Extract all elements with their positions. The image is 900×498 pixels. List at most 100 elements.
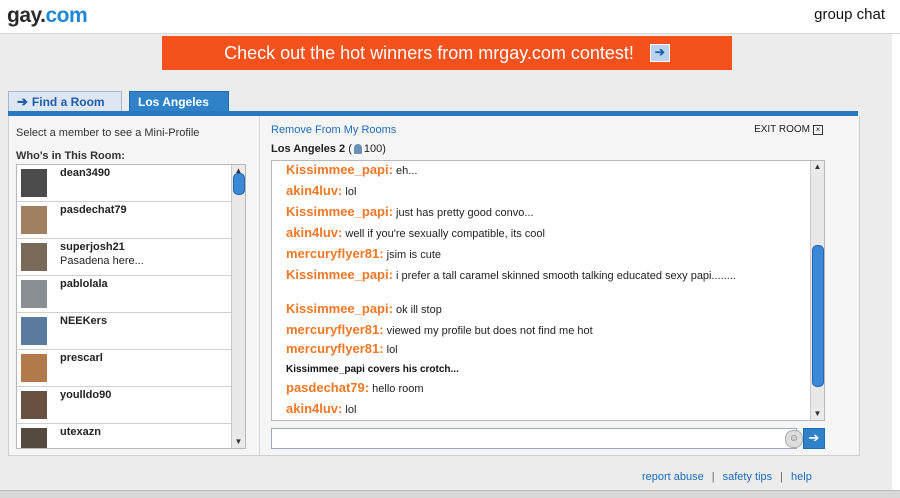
footer-separator: | — [780, 471, 784, 483]
scroll-down-icon[interactable]: ▼ — [232, 436, 245, 448]
list-item[interactable]: prescarl — [17, 350, 231, 387]
exit-room-label: EXIT ROOM — [754, 124, 810, 135]
chat-text: ok ill stop — [392, 304, 442, 316]
avatar[interactable] — [21, 206, 47, 234]
chat-nick[interactable]: pasdechat79: — [286, 380, 369, 395]
chat-nick[interactable]: Kissimmee_papi: — [286, 267, 393, 282]
chat-message: mercuryflyer81: viewed my profile but do… — [286, 323, 766, 338]
list-item[interactable]: utexazn — [17, 424, 231, 448]
mini-profile-hint: Select a member to see a Mini-Profile — [16, 127, 200, 139]
avatar[interactable] — [21, 169, 47, 197]
chat-message: Kissimmee_papi: ok ill stop — [286, 302, 766, 317]
room-count: 100) — [363, 143, 386, 155]
tab-find-a-room-label: Find a Room — [31, 95, 105, 109]
arrow-right-icon[interactable]: ➔ — [649, 44, 670, 62]
chat-message: mercuryflyer81: jsim is cute — [286, 247, 766, 262]
member-list[interactable]: dean3490 pasdechat79 superjosh21 Pasadena… — [16, 164, 246, 449]
chat-nick[interactable]: akin4luv: — [286, 183, 342, 198]
who-in-room-heading: Who's in This Room: — [16, 150, 125, 162]
chat-action-text: Kissimmee_papi covers his crotch... — [286, 364, 459, 375]
avatar[interactable] — [21, 243, 47, 271]
chat-action-message: Kissimmee_papi covers his crotch... — [286, 363, 766, 376]
chat-text: i prefer a tall caramel skinned smooth t… — [392, 270, 736, 282]
member-name: pasdechat79 — [60, 204, 127, 216]
logo-part2: com — [45, 4, 88, 27]
chat-text: hello room — [369, 383, 424, 395]
scroll-thumb[interactable] — [812, 245, 824, 387]
chat-nick[interactable]: Kissimmee_papi: — [286, 301, 393, 316]
chat-nick[interactable]: Kissimmee_papi: — [286, 204, 393, 219]
group-chat-label: group chat — [814, 6, 885, 23]
close-icon: × — [813, 125, 823, 135]
member-name: dean3490 — [60, 167, 111, 179]
room-name: Los Angeles 2 — [271, 143, 346, 155]
room-count-open: ( — [348, 143, 352, 155]
help-link[interactable]: help — [791, 471, 812, 483]
chat-nick[interactable]: mercuryflyer81: — [286, 341, 384, 356]
avatar[interactable] — [21, 317, 47, 345]
send-button[interactable]: ➔ — [803, 428, 825, 449]
chat-text: well if you're sexually compatible, its … — [342, 228, 545, 240]
chat-nick[interactable]: akin4luv: — [286, 401, 342, 416]
avatar[interactable] — [21, 280, 47, 308]
chat-text: lol — [342, 404, 357, 416]
chat-text: lol — [342, 186, 357, 198]
chat-text: lol — [383, 344, 398, 356]
avatar[interactable] — [21, 354, 47, 382]
scroll-thumb[interactable] — [233, 173, 245, 195]
chat-nick[interactable]: Kissimmee_papi: — [286, 162, 393, 177]
chat-nick[interactable]: mercuryflyer81: — [286, 246, 384, 261]
chat-nick[interactable]: mercuryflyer81: — [286, 322, 384, 337]
exit-room-button[interactable]: EXIT ROOM × — [754, 124, 823, 135]
logo-part1: gay. — [7, 4, 46, 27]
site-logo[interactable]: gay.com — [7, 4, 88, 28]
chat-message: akin4luv: well if you're sexually compat… — [286, 226, 766, 241]
tab-find-a-room[interactable]: ➔ Find a Room — [8, 91, 122, 111]
list-item[interactable]: pablolala — [17, 276, 231, 313]
list-item[interactable]: NEEKers — [17, 313, 231, 350]
chat-message: akin4luv: lol — [286, 184, 766, 199]
chat-message: Kissimmee_papi: i prefer a tall caramel … — [286, 268, 756, 283]
promo-banner[interactable]: Check out the hot winners from mrgay.com… — [162, 36, 732, 70]
chat-nick[interactable]: akin4luv: — [286, 225, 342, 240]
member-name: utexazn — [60, 426, 101, 438]
chat-area: Remove From My Rooms EXIT ROOM × Los Ange… — [271, 116, 859, 455]
top-header: gay.com group chat — [0, 0, 900, 34]
member-name: youlldo90 — [60, 389, 112, 401]
arrow-right-icon: ➔ — [808, 430, 820, 445]
avatar[interactable] — [21, 391, 47, 419]
footer-links: report abuse | safety tips | help — [642, 471, 812, 483]
member-sidebar: Select a member to see a Mini-Profile Wh… — [9, 116, 260, 455]
chat-text: eh... — [392, 165, 418, 177]
chat-scrollbar[interactable]: ▲ ▼ — [810, 161, 824, 420]
chat-text: viewed my profile but does not find me h… — [383, 325, 593, 337]
avatar[interactable] — [21, 428, 47, 448]
list-item[interactable]: dean3490 — [17, 165, 231, 202]
remove-from-my-rooms-link[interactable]: Remove From My Rooms — [271, 124, 396, 136]
member-name: superjosh21 — [60, 241, 125, 253]
safety-tips-link[interactable]: safety tips — [723, 471, 773, 483]
scroll-down-icon[interactable]: ▼ — [811, 408, 824, 420]
list-item[interactable]: youlldo90 — [17, 387, 231, 424]
member-list-scrollbar[interactable]: ▲ ▼ — [231, 165, 245, 448]
scroll-up-icon[interactable]: ▲ — [811, 161, 824, 173]
chat-panel: Select a member to see a Mini-Profile Wh… — [8, 116, 860, 456]
chat-message: mercuryflyer81: lol — [286, 342, 766, 357]
list-item[interactable]: pasdechat79 — [17, 202, 231, 239]
report-abuse-link[interactable]: report abuse — [642, 471, 704, 483]
list-item[interactable]: superjosh21 Pasadena here... — [17, 239, 231, 276]
footer-separator: | — [711, 471, 715, 483]
chat-message: Kissimmee_papi: eh... — [286, 163, 766, 178]
person-icon — [353, 144, 362, 155]
chat-message-input[interactable] — [271, 428, 797, 449]
member-name: NEEKers — [60, 315, 108, 327]
chat-log[interactable]: Kissimmee_papi: eh... akin4luv: lol Kiss… — [271, 160, 825, 421]
tab-los-angeles-label: Los Angeles — [138, 95, 209, 109]
chat-message: pasdechat79: hello room — [286, 381, 766, 396]
arrow-right-icon: ➔ — [17, 94, 28, 109]
smiley-icon[interactable]: ☺ — [785, 430, 803, 448]
chat-text: jsim is cute — [383, 249, 442, 261]
tab-los-angeles[interactable]: Los Angeles⊠ — [129, 91, 229, 129]
chat-message: akin4luv: lol — [286, 402, 766, 417]
member-name: prescarl — [60, 352, 103, 364]
